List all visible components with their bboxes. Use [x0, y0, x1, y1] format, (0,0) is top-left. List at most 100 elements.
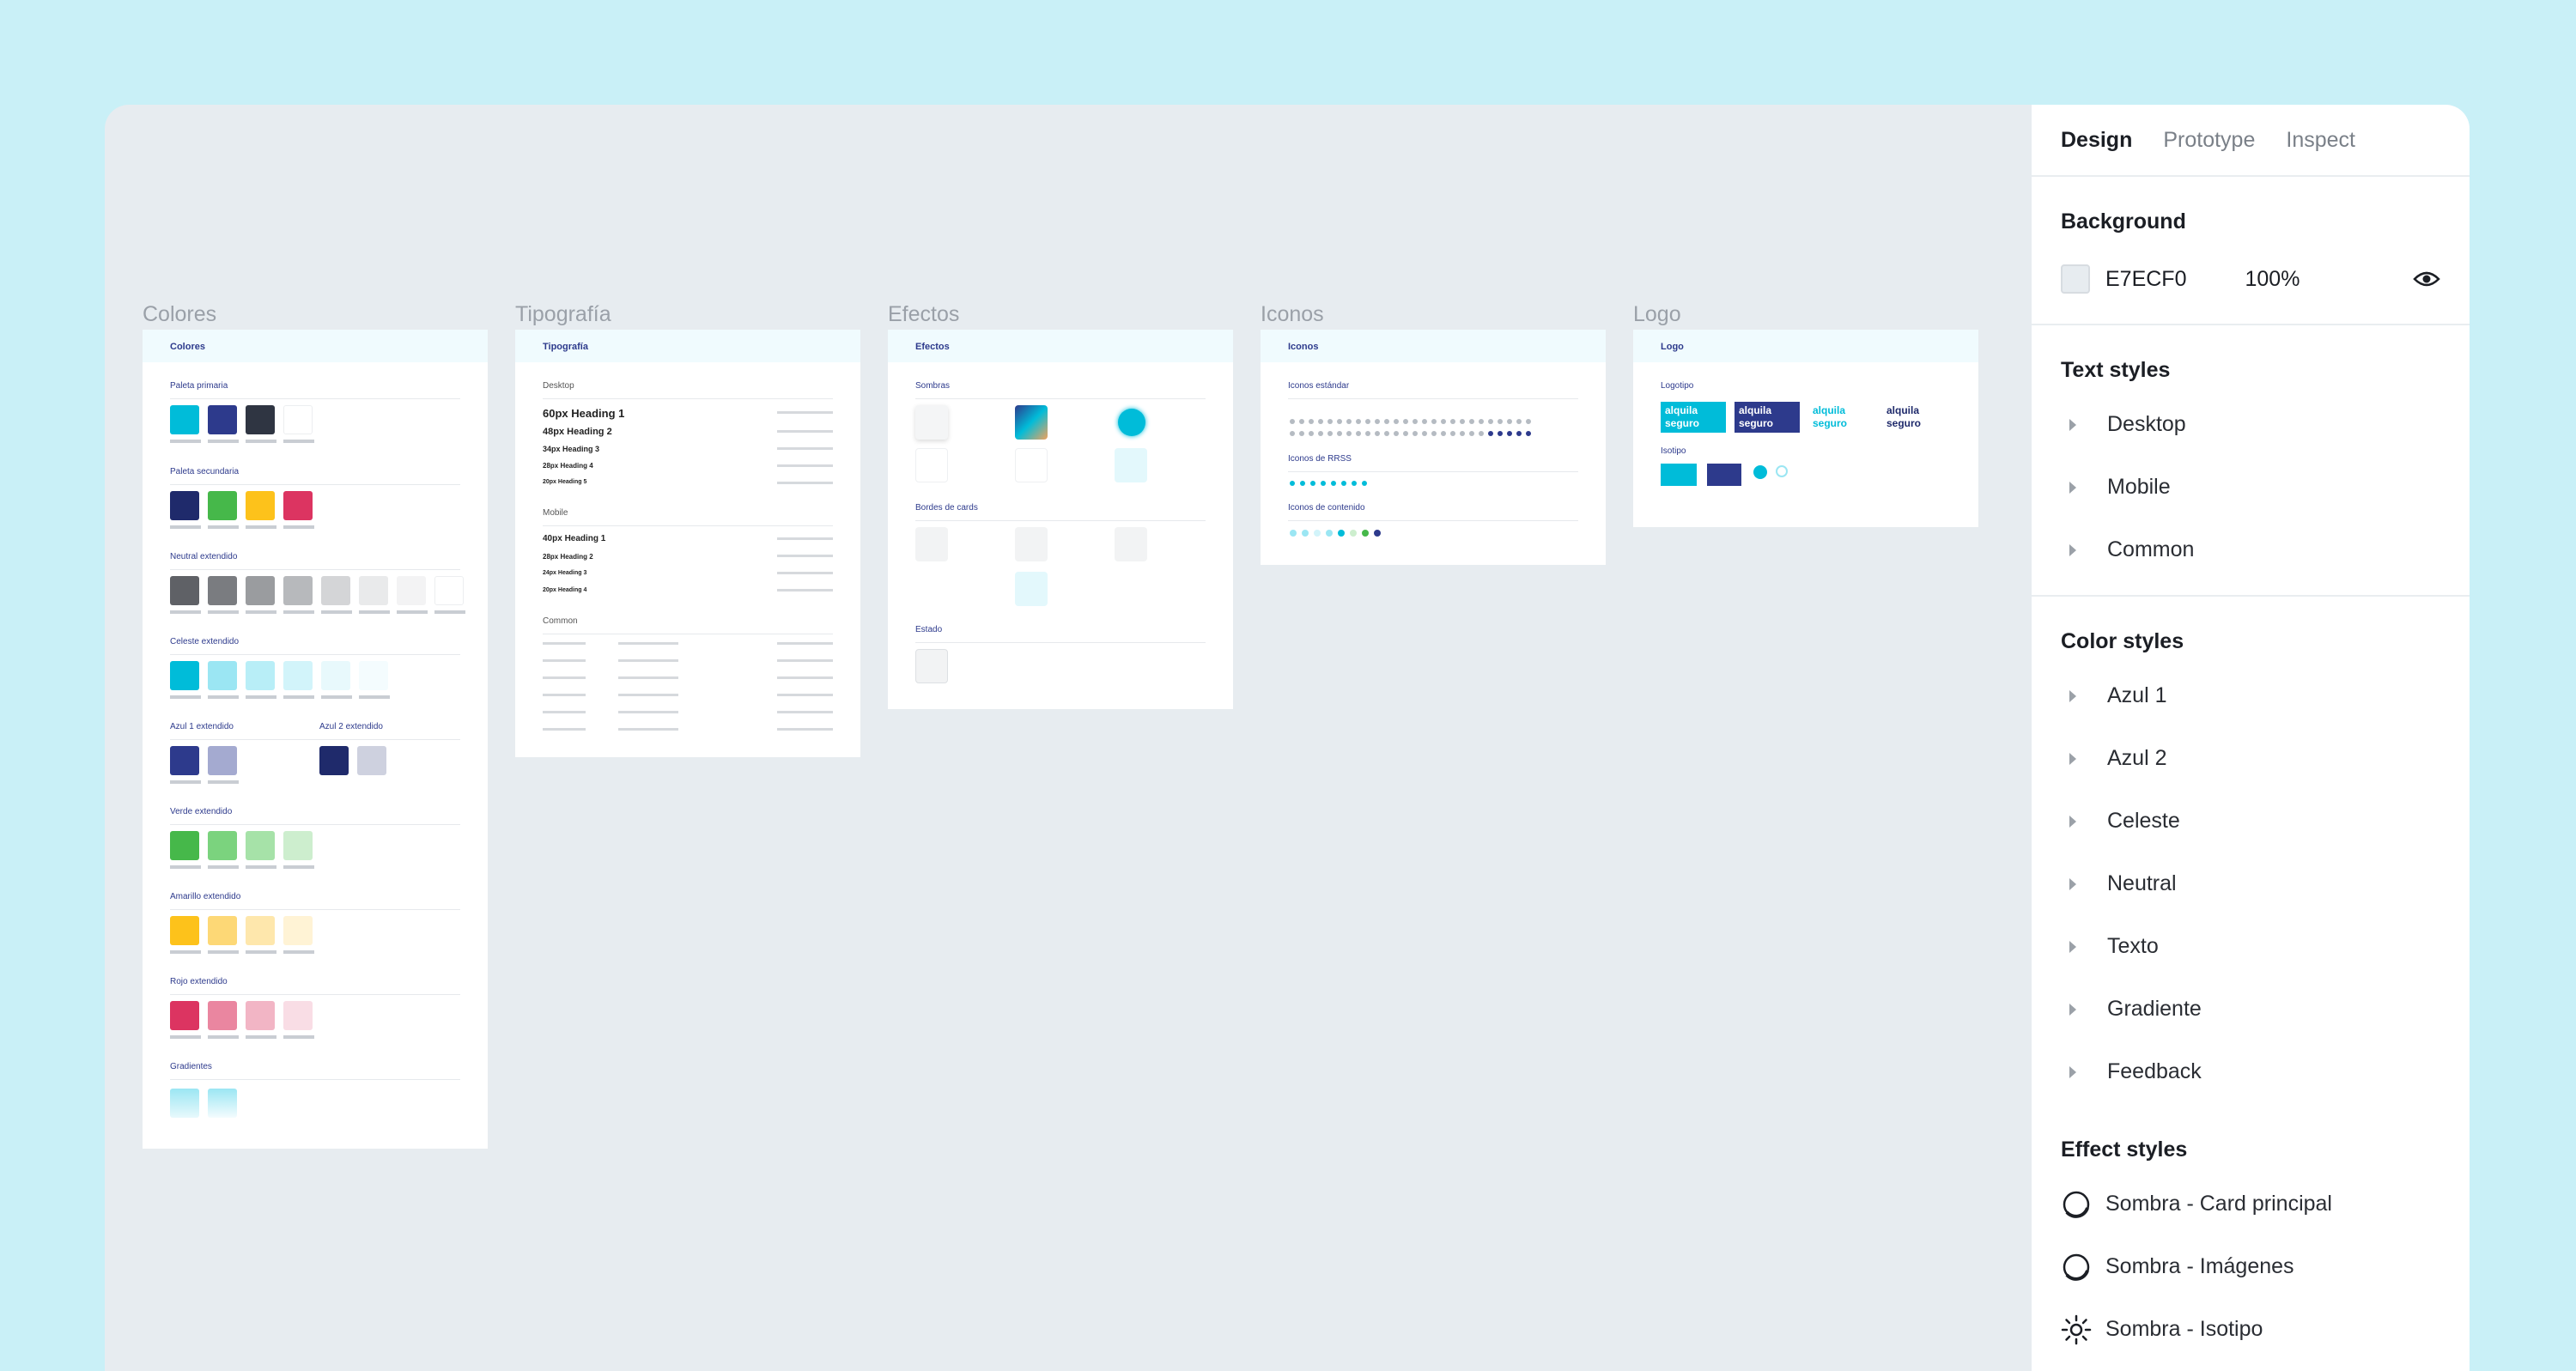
- state-card: [915, 649, 948, 683]
- meta-line: [618, 642, 678, 645]
- text-style-common[interactable]: Common: [2061, 519, 2440, 581]
- background-opacity[interactable]: 100%: [2245, 267, 2300, 292]
- social-icon: [1352, 481, 1357, 486]
- frame-iconos[interactable]: Iconos Iconos estándar Iconos de RRSS Ic…: [1261, 330, 1606, 565]
- content-icon: [1362, 530, 1369, 537]
- frame-colores[interactable]: Colores Paleta primaria Paleta secundari…: [143, 330, 488, 1149]
- divider: [1288, 398, 1578, 399]
- frame-title-tipografia[interactable]: Tipografía: [515, 302, 611, 327]
- effect-card: [1015, 448, 1048, 482]
- color-swatch: [246, 916, 275, 945]
- text-style-desktop[interactable]: Desktop: [2061, 393, 2440, 456]
- divider: [170, 739, 460, 740]
- swatch-caption: [170, 695, 201, 699]
- effect-style-card-principal[interactable]: Sombra - Card principal: [2061, 1173, 2440, 1235]
- frame-title-efectos[interactable]: Efectos: [888, 302, 959, 327]
- tab-design[interactable]: Design: [2061, 128, 2132, 153]
- frame-header: Colores: [143, 330, 488, 362]
- expand-icon[interactable]: [2069, 543, 2076, 556]
- text-style-mobile[interactable]: Mobile: [2061, 456, 2440, 519]
- swatch-caption: [170, 610, 201, 614]
- effect-style-isotipo[interactable]: Sombra - Isotipo: [2061, 1298, 2440, 1361]
- standard-icon: [1526, 419, 1531, 424]
- swatch-caption: [208, 440, 239, 443]
- color-swatch: [170, 1001, 199, 1030]
- swatch-caption: [170, 440, 201, 443]
- content-icon: [1338, 530, 1345, 537]
- color-swatch: [170, 746, 199, 775]
- expand-icon[interactable]: [2069, 1003, 2076, 1016]
- color-swatch: [321, 661, 350, 690]
- frame-title-iconos[interactable]: Iconos: [1261, 302, 1324, 327]
- divider: [170, 398, 460, 399]
- meta-line: [777, 676, 833, 679]
- meta-line: [777, 411, 833, 414]
- standard-icon: [1309, 419, 1314, 424]
- standard-icon: [1450, 431, 1455, 436]
- divider: [170, 654, 460, 655]
- standard-icon: [1290, 419, 1295, 424]
- tab-inspect[interactable]: Inspect: [2286, 128, 2355, 153]
- expand-icon[interactable]: [2069, 689, 2076, 702]
- meta-line: [777, 711, 833, 713]
- standard-icon: [1460, 419, 1465, 424]
- expand-icon[interactable]: [2069, 815, 2076, 828]
- eye-icon[interactable]: [2413, 270, 2440, 288]
- color-swatch: [359, 576, 388, 605]
- divider: [1288, 520, 1578, 521]
- group-label: Desktop: [543, 381, 574, 391]
- gradient-swatch: [208, 1089, 237, 1118]
- logo-variant: alquila seguro: [1735, 402, 1800, 433]
- swatch-caption: [321, 610, 352, 614]
- meta-line: [777, 482, 833, 484]
- divider: [170, 484, 460, 485]
- color-style-gradiente[interactable]: Gradiente: [2061, 978, 2440, 1040]
- background-swatch[interactable]: [2061, 264, 2090, 294]
- divider: [170, 909, 460, 910]
- drop-shadow-icon: [2063, 1253, 2090, 1281]
- color-swatch: [434, 576, 464, 605]
- standard-icon: [1516, 431, 1522, 436]
- social-icon: [1300, 481, 1305, 486]
- expand-icon[interactable]: [2069, 418, 2076, 431]
- swatch-caption: [246, 950, 276, 954]
- color-swatch: [283, 576, 313, 605]
- content-icon: [1326, 530, 1333, 537]
- frame-tipografia[interactable]: Tipografía Desktop 60px Heading 1 48px H…: [515, 330, 860, 757]
- background-hex[interactable]: E7ECF0: [2105, 267, 2186, 292]
- text-styles-heading: Text styles: [2061, 358, 2171, 382]
- expand-icon[interactable]: [2069, 1065, 2076, 1078]
- color-swatch: [357, 746, 386, 775]
- tab-prototype[interactable]: Prototype: [2163, 128, 2255, 153]
- color-style-neutral[interactable]: Neutral: [2061, 852, 2440, 915]
- color-style-azul-2[interactable]: Azul 2: [2061, 727, 2440, 790]
- standard-icon: [1516, 419, 1522, 424]
- effect-card: [915, 448, 948, 482]
- frame-title-colores[interactable]: Colores: [143, 302, 216, 327]
- divider: [170, 824, 460, 825]
- color-style-azul-1[interactable]: Azul 1: [2061, 664, 2440, 727]
- color-style-feedback[interactable]: Feedback: [2061, 1040, 2440, 1103]
- expand-icon[interactable]: [2069, 752, 2076, 765]
- border-card: [915, 527, 948, 561]
- expand-icon[interactable]: [2069, 481, 2076, 494]
- expand-icon[interactable]: [2069, 940, 2076, 953]
- divider: [915, 520, 1206, 521]
- color-swatch: [283, 916, 313, 945]
- standard-icon: [1394, 431, 1399, 436]
- standard-icon: [1431, 431, 1437, 436]
- color-style-celeste[interactable]: Celeste: [2061, 790, 2440, 852]
- color-style-texto[interactable]: Texto: [2061, 915, 2440, 978]
- standard-icon: [1488, 431, 1493, 436]
- frame-title-logo[interactable]: Logo: [1633, 302, 1681, 327]
- frame-logo[interactable]: Logo Logotipo alquila seguro alquila seg…: [1633, 330, 1978, 527]
- section-label: Azul 2 extendido: [319, 722, 383, 731]
- standard-icon: [1327, 419, 1333, 424]
- section-label: Gradientes: [170, 1062, 212, 1071]
- expand-icon[interactable]: [2069, 877, 2076, 890]
- frame-efectos[interactable]: Efectos Sombras Bordes de cards Estado: [888, 330, 1233, 709]
- standard-icon: [1337, 431, 1342, 436]
- color-swatch: [170, 491, 199, 520]
- color-swatch: [208, 916, 237, 945]
- effect-style-imagenes[interactable]: Sombra - Imágenes: [2061, 1235, 2440, 1298]
